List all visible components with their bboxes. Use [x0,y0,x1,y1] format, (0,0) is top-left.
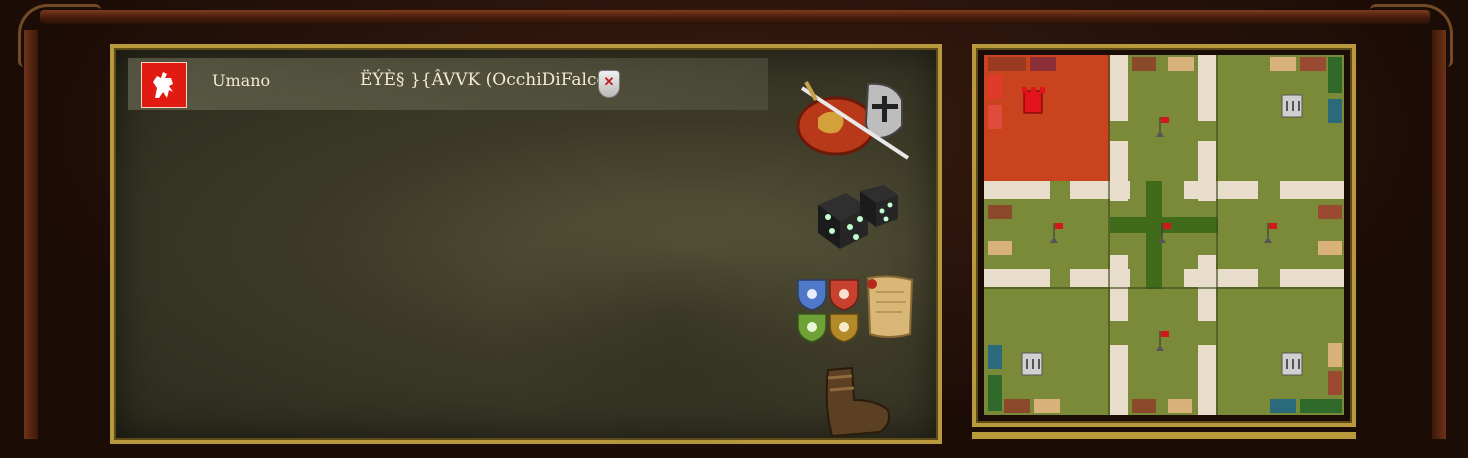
castle-icon [1281,352,1303,376]
remove-shield-icon[interactable]: ✕ [598,70,620,98]
ornament-corner-right [1370,4,1453,67]
boot-button[interactable] [818,366,894,439]
player-castle-icon [1022,87,1045,114]
map-info-strip [972,432,1356,439]
player-color-badge[interactable] [141,62,187,108]
player-type-label: Umano [212,71,271,90]
ornament-corner-left [18,4,101,67]
player-territory [984,55,1110,181]
scroll-button[interactable] [862,272,918,342]
map-layout [984,55,1344,415]
army-button[interactable] [796,78,914,164]
castle-icon [1021,352,1043,376]
player-name-label: ËÝÈ§ }{ÂVVK (OcchiDiFalco) [360,70,614,90]
boot-icon [825,366,890,438]
random-button[interactable] [810,183,900,253]
map-preview[interactable] [984,55,1344,415]
factions-button[interactable] [796,276,860,344]
frame-border-right [1432,30,1446,439]
frame-border-top [40,10,1430,24]
parchment-scroll-icon [866,275,914,338]
dice-icon [818,185,898,249]
lion-rampant-icon [153,72,173,98]
faction-shields-icon [797,279,859,343]
knight-helmet-sword-icon [796,81,910,160]
castle-icon [1281,94,1303,118]
frame-border-left [24,30,38,439]
